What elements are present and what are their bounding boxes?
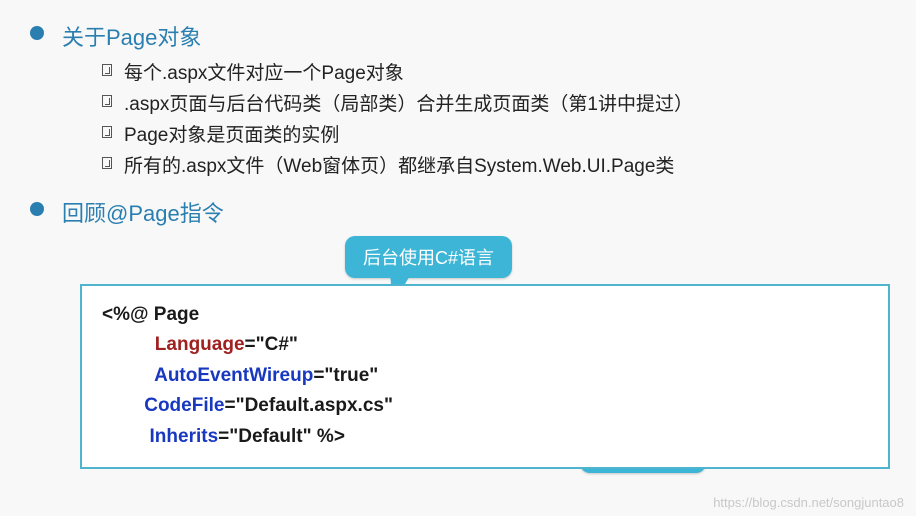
- sub-list: 每个.aspx文件对应一个Page对象 .aspx页面与后台代码类（局部类）合并…: [102, 58, 886, 178]
- callout-language: 后台使用C#语言: [345, 236, 512, 278]
- code-line: Language="C#": [102, 330, 868, 360]
- list-text: Page对象是页面类的实例: [124, 120, 339, 147]
- section-page-object: 关于Page对象 每个.aspx文件对应一个Page对象 .aspx页面与后台代…: [30, 20, 886, 178]
- code-line: CodeFile="Default.aspx.cs": [102, 391, 868, 421]
- sub-bullet-icon: [102, 126, 112, 138]
- section-title: 回顾@Page指令: [62, 196, 224, 228]
- code-attr: Language: [155, 334, 245, 355]
- watermark: https://blog.csdn.net/songjuntao8: [713, 495, 904, 510]
- code-attr: CodeFile: [144, 395, 224, 416]
- code-token: <%@ Page: [102, 304, 199, 325]
- list-item: 所有的.aspx文件（Web窗体页）都继承自System.Web.UI.Page…: [102, 151, 886, 178]
- bullet-icon: [30, 26, 44, 40]
- code-attr: Inherits: [150, 426, 219, 447]
- code-box: <%@ Page Language="C#" AutoEventWireup="…: [80, 284, 890, 469]
- code-line: <%@ Page: [102, 300, 868, 330]
- section-page-directive: 回顾@Page指令 后台使用C#语言 设置是否自动调用网页Load 事件 ，默认…: [30, 196, 886, 486]
- code-val: ="Default.aspx.cs": [224, 395, 393, 416]
- code-diagram: 后台使用C#语言 设置是否自动调用网页Load 事件 ，默认为true 后台代码…: [80, 236, 900, 486]
- list-item: .aspx页面与后台代码类（局部类）合并生成页面类（第1讲中提过）: [102, 89, 886, 116]
- section-title: 关于Page对象: [62, 20, 201, 52]
- code-val: ="true": [313, 365, 378, 386]
- sub-bullet-icon: [102, 157, 112, 169]
- code-val: ="C#": [245, 334, 298, 355]
- sub-bullet-icon: [102, 64, 112, 76]
- code-val: ="Default" %>: [218, 426, 345, 447]
- sub-bullet-icon: [102, 95, 112, 107]
- section-header: 关于Page对象: [30, 20, 886, 52]
- list-text: 所有的.aspx文件（Web窗体页）都继承自System.Web.UI.Page…: [124, 151, 674, 178]
- code-line: Inherits="Default" %>: [102, 422, 868, 452]
- code-attr: AutoEventWireup: [154, 365, 313, 386]
- list-item: 每个.aspx文件对应一个Page对象: [102, 58, 886, 85]
- list-text: .aspx页面与后台代码类（局部类）合并生成页面类（第1讲中提过）: [124, 89, 693, 116]
- bullet-icon: [30, 202, 44, 216]
- section-header: 回顾@Page指令: [30, 196, 886, 228]
- code-line: AutoEventWireup="true": [102, 361, 868, 391]
- list-text: 每个.aspx文件对应一个Page对象: [124, 58, 404, 85]
- list-item: Page对象是页面类的实例: [102, 120, 886, 147]
